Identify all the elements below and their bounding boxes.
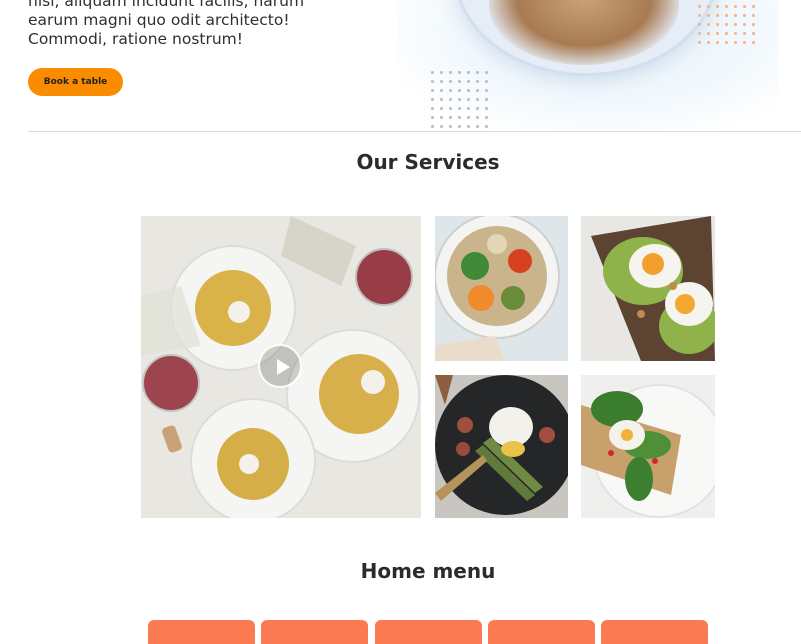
services-photo-spinach (581, 375, 715, 518)
decorative-dots (428, 68, 491, 131)
services-title: Our Services (356, 150, 500, 174)
services-photo-avocado (581, 216, 715, 361)
book-table-button[interactable]: Book a table (28, 68, 123, 96)
avocado-egg-toast-photo (581, 216, 715, 361)
decorative-dots (695, 2, 758, 47)
services-photo-asparagus (435, 375, 568, 518)
menu-tab[interactable] (375, 620, 482, 644)
hero-description: nisi, aliquam incidunt facilis, harum ea… (28, 0, 358, 49)
spinach-egg-toast-photo (581, 375, 715, 518)
hero-text-line: Commodi, ratione nostrum! (28, 30, 243, 48)
play-video-button[interactable] (258, 344, 302, 388)
menu-tab[interactable] (148, 620, 255, 644)
section-divider (28, 131, 801, 132)
home-menu-title: Home menu (360, 559, 496, 583)
menu-tab[interactable] (488, 620, 595, 644)
play-icon (277, 359, 290, 375)
services-video-thumbnail[interactable] (141, 216, 421, 518)
hero-text-line: earum magni quo odit architecto! (28, 11, 290, 29)
asparagus-poached-egg-photo (435, 375, 568, 518)
menu-tab[interactable] (601, 620, 708, 644)
menu-tab[interactable] (261, 620, 368, 644)
hero-text-line: nisi, aliquam incidunt facilis, harum (28, 0, 305, 10)
salad-bowl-photo (435, 216, 568, 361)
services-photo-salad (435, 216, 568, 361)
